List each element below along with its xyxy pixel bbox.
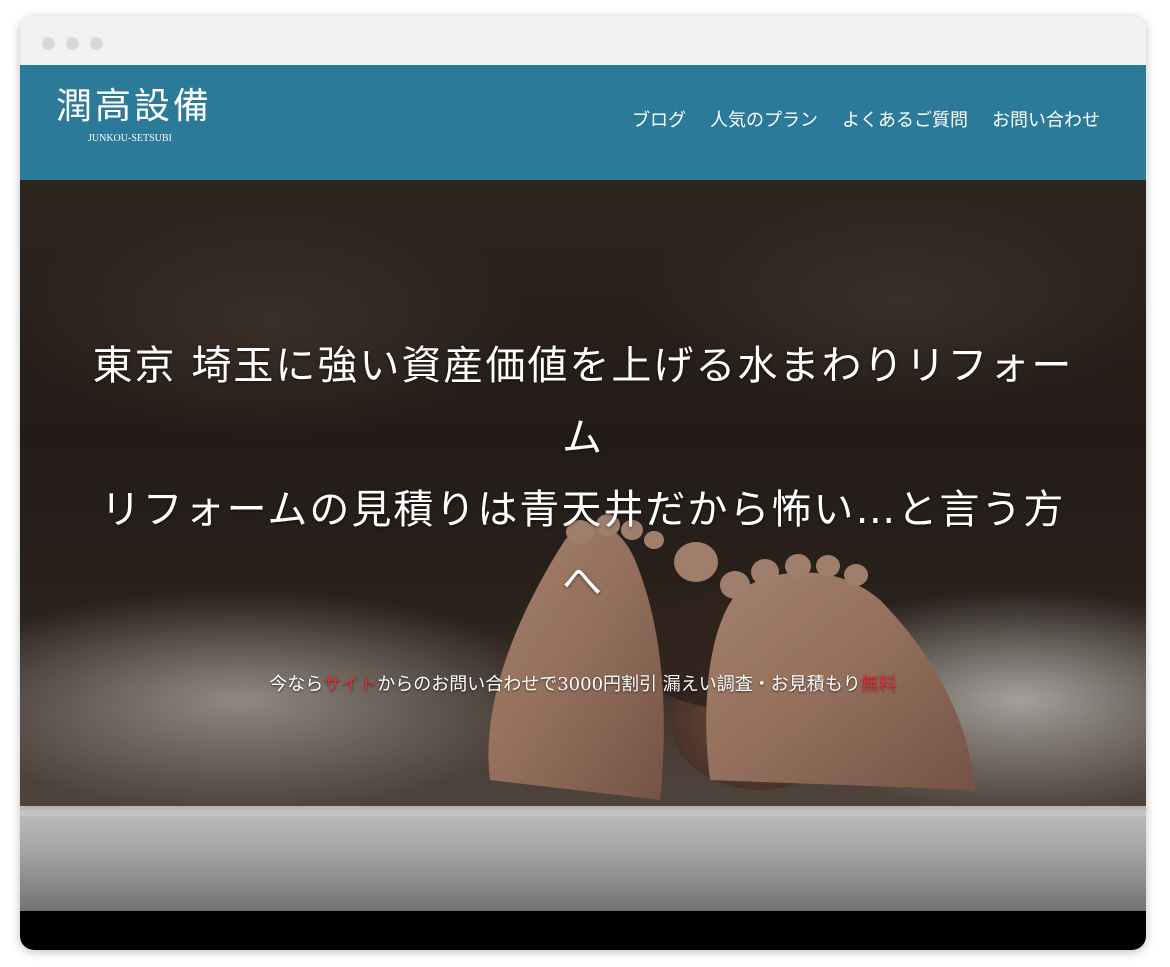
nav-item-contact[interactable]: お問い合わせ (992, 108, 1100, 134)
hero-title-line: 東京 埼玉に強い資産価値を上げる水まわりリフォー (92, 343, 1074, 389)
logo-text: 潤高設備 (56, 86, 213, 127)
nav-item-blog[interactable]: ブログ (632, 108, 686, 134)
hero-section: 東京 埼玉に強い資産価値を上げる水まわりリフォー ム リフォームの見積りは青天井… (20, 180, 1146, 911)
hero-title-line: へ (562, 559, 604, 605)
main-nav: ブログ 人気のプラン よくあるご質問 お問い合わせ (632, 108, 1100, 134)
hero-subtitle-text: からのお問い合わせで3000円割引 漏えい調査・お見積もり (377, 674, 861, 695)
browser-window: 潤高設備 JUNKOU-SETSUBI ブログ 人気のプラン よくあるご質問 お… (20, 16, 1146, 950)
nav-item-faq[interactable]: よくあるご質問 (842, 108, 968, 134)
window-close-dot-icon[interactable] (42, 37, 55, 50)
window-titlebar (20, 16, 1146, 65)
hero-subtitle: 今ならサイトからのお問い合わせで3000円割引 漏えい調査・お見積もり無料 (20, 672, 1146, 698)
hero-title-line: リフォームの見積りは青天井だから怖い…と言う方 (100, 487, 1066, 533)
window-minimize-dot-icon[interactable] (66, 37, 79, 50)
hero-subtitle-highlight: サイト (323, 674, 378, 695)
hero-subtitle-highlight: 無料 (860, 674, 897, 695)
logo-subtext: JUNKOU-SETSUBI (88, 133, 172, 144)
hero-title: 東京 埼玉に強い資産価値を上げる水まわりリフォー ム リフォームの見積りは青天井… (20, 330, 1146, 618)
nav-item-popular-plans[interactable]: 人気のプラン (710, 108, 818, 134)
footer-bar (20, 911, 1146, 950)
hero-subtitle-text: 今なら (269, 674, 324, 695)
site-logo[interactable]: 潤高設備 JUNKOU-SETSUBI (56, 85, 236, 155)
site-header: 潤高設備 JUNKOU-SETSUBI ブログ 人気のプラン よくあるご質問 お… (20, 65, 1146, 180)
window-maximize-dot-icon[interactable] (90, 37, 103, 50)
hero-title-line: ム (562, 415, 604, 461)
